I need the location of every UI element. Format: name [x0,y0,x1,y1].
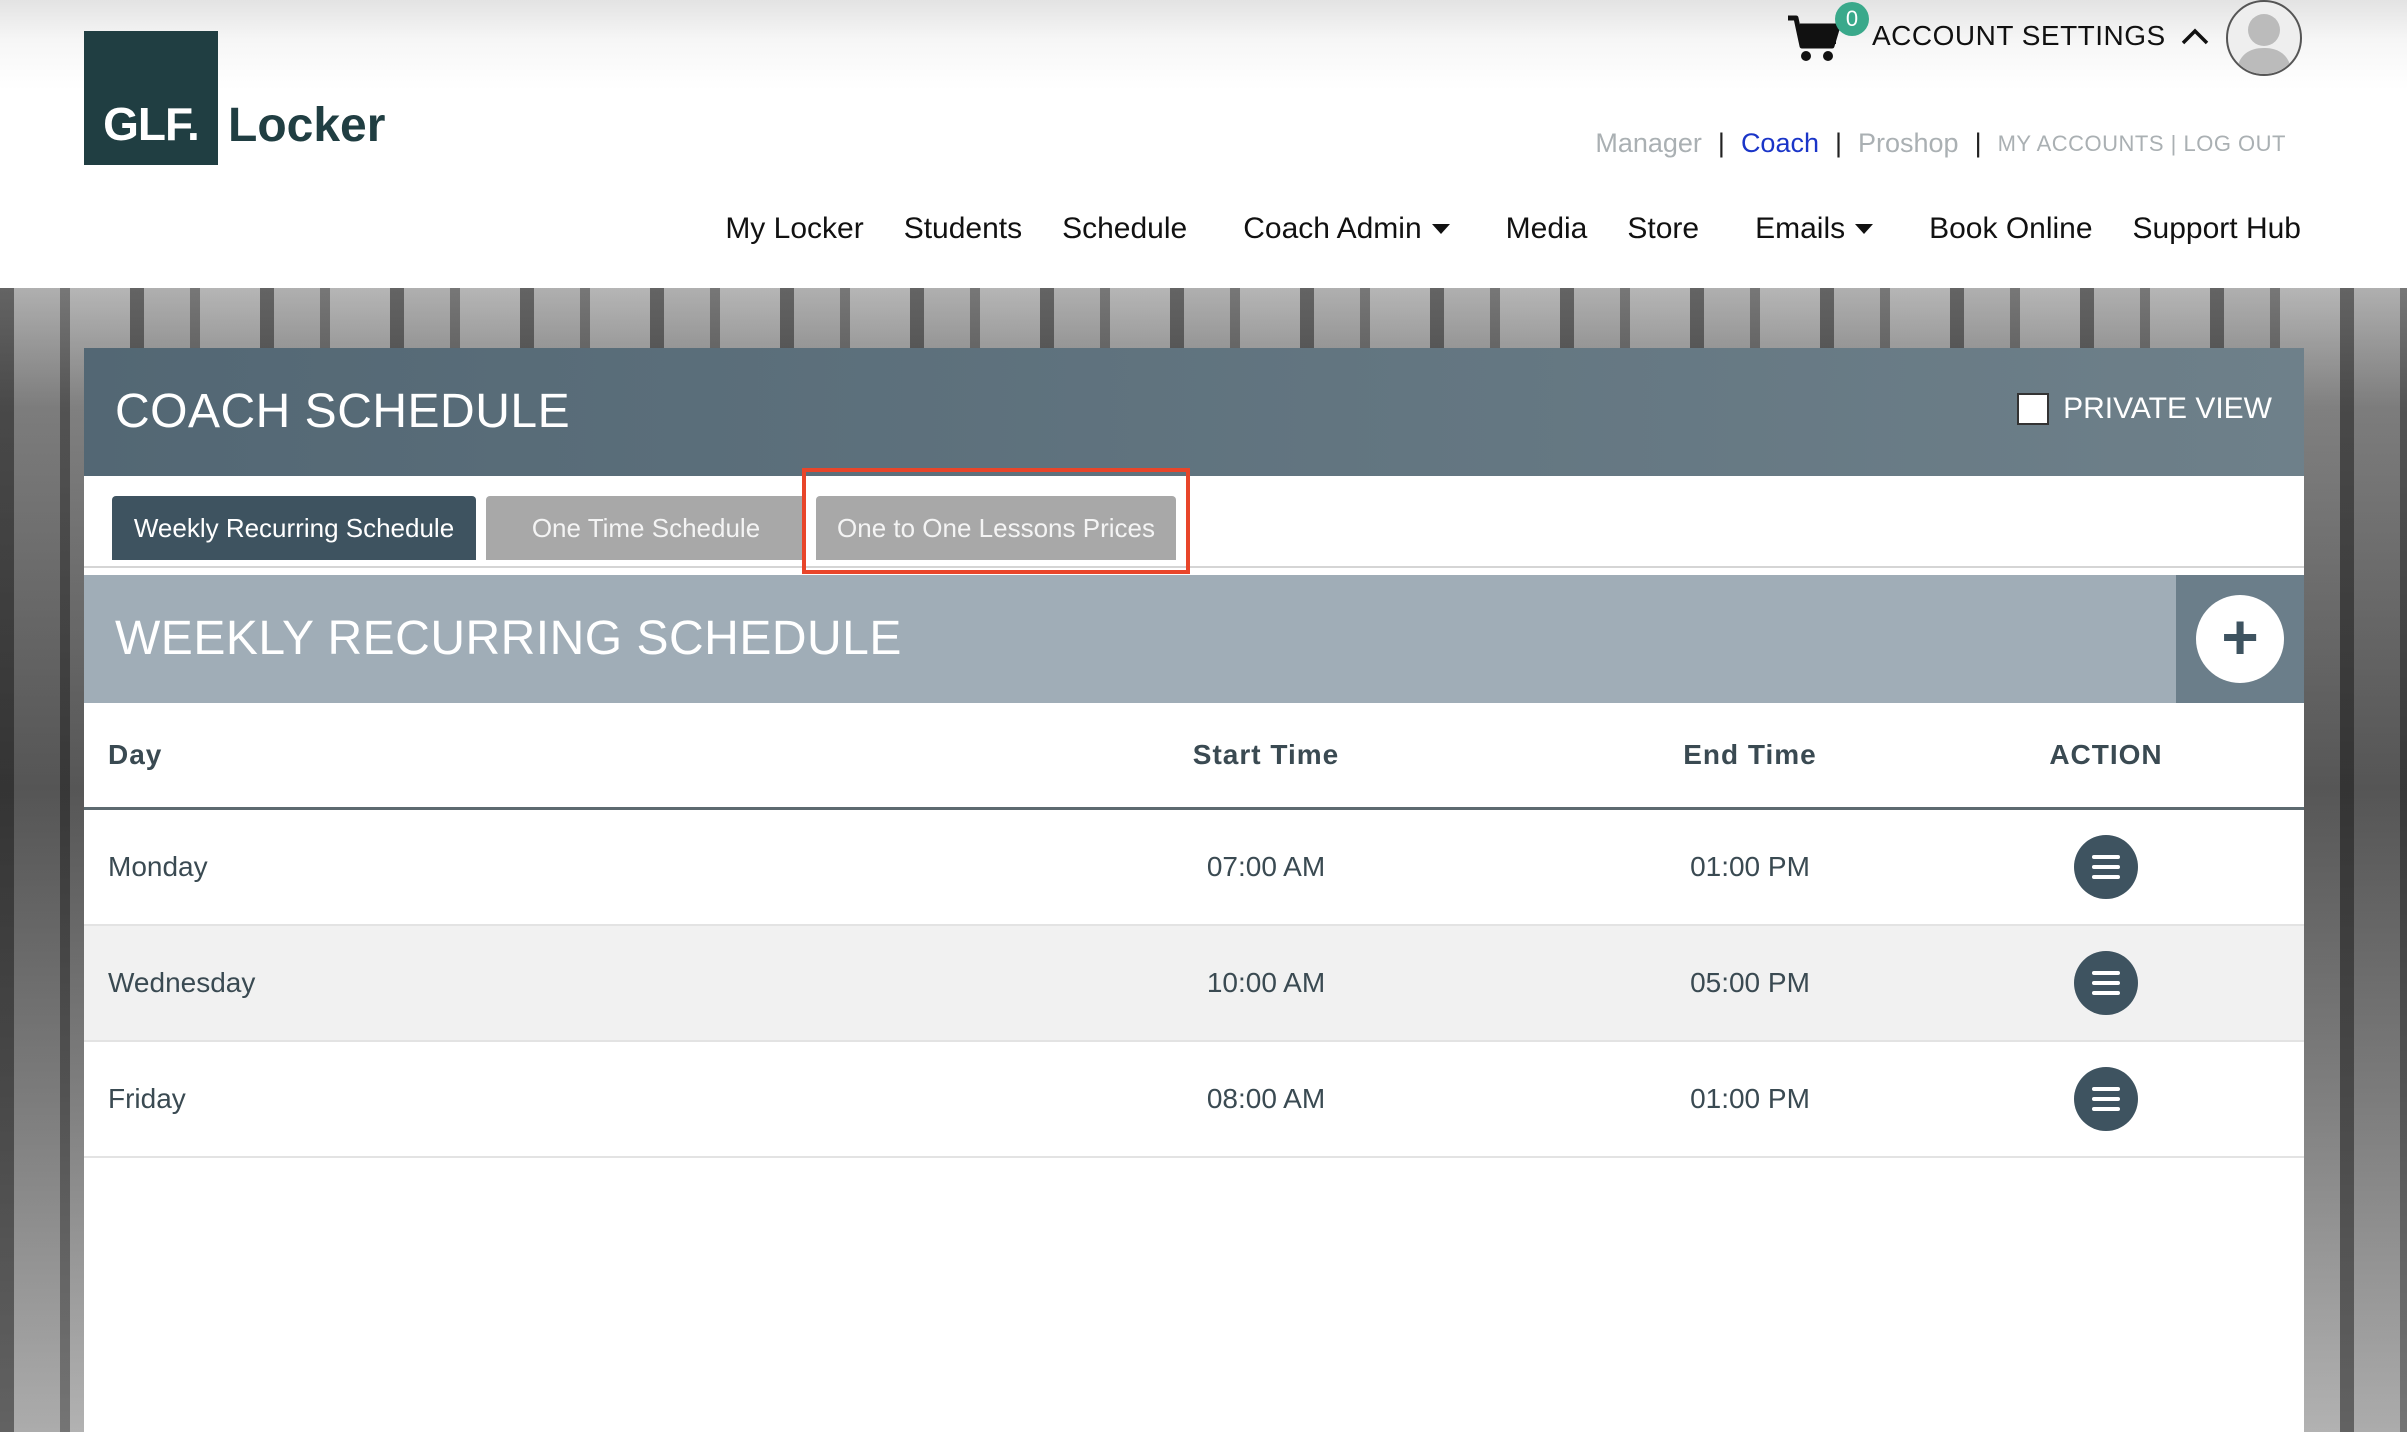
tab-weekly-recurring-schedule[interactable]: Weekly Recurring Schedule [112,496,476,560]
cell-end-time: 01:00 PM [1592,1041,1908,1158]
nav-my-locker[interactable]: My Locker [705,212,883,246]
cell-day: Friday [84,1041,1108,1158]
page-title: COACH SCHEDULE [115,385,571,438]
cell-start-time: 08:00 AM [1108,1041,1424,1158]
panel-header: COACH SCHEDULE PRIVATE VIEW [84,348,2304,476]
add-schedule-button[interactable]: + [2196,595,2284,683]
column-header-day: Day [84,703,1108,810]
column-spacer [1424,703,1592,810]
role-link-proshop[interactable]: Proshop [1858,128,1959,159]
nav-store[interactable]: Store [1607,212,1735,246]
cell-end-time: 05:00 PM [1592,925,1908,1042]
role-link-manager[interactable]: Manager [1595,128,1702,159]
cell-spacer [1424,925,1592,1042]
role-separator: | [1974,128,1982,158]
private-view-checkbox[interactable] [2017,393,2050,425]
row-menu-icon[interactable] [2074,1067,2138,1131]
nav-label: Store [1627,212,1700,245]
role-separator: | [1717,128,1725,158]
role-switcher: Manager | Coach | Proshop | MY ACCOUNTS … [1595,128,2286,159]
main-nav: My Locker Students Schedule Coach Admin … [705,212,2301,246]
add-schedule-area: + [2176,575,2304,703]
row-menu-icon[interactable] [2074,835,2138,899]
coach-schedule-panel: COACH SCHEDULE PRIVATE VIEW Weekly Recur… [84,348,2304,1432]
cell-spacer [1424,1041,1592,1158]
nav-coach-admin[interactable]: Coach Admin [1223,212,1485,246]
glf-locker-logo[interactable]: GLF. Locker [84,31,385,165]
cell-day: Monday [84,808,1108,926]
schedule-tabs: Weekly Recurring Schedule One Time Sched… [84,476,2304,568]
user-silhouette-icon [2236,14,2292,74]
table-header-row: Day Start Time End Time ACTION [84,703,2304,810]
row-menu-icon[interactable] [2074,951,2138,1015]
table-row: Wednesday 10:00 AM 05:00 PM [84,925,2304,1042]
chevron-up-icon [2181,28,2208,45]
cell-spacer [1424,808,1592,926]
table-row: Monday 07:00 AM 01:00 PM [84,808,2304,926]
account-settings-label: ACCOUNT SETTINGS [1872,20,2166,51]
my-accounts-logout-link[interactable]: MY ACCOUNTS | LOG OUT [1998,131,2286,157]
nav-label: Schedule [1062,212,1188,245]
logo-mark: GLF. [84,31,218,165]
cell-end-time: 01:00 PM [1592,808,1908,926]
nav-label: Media [1505,212,1588,245]
cell-start-time: 10:00 AM [1108,925,1424,1042]
shopping-cart-icon[interactable] [1786,14,1840,64]
column-header-end-time: End Time [1592,703,1908,810]
nav-book-online[interactable]: Book Online [1909,212,2112,246]
nav-label: My Locker [725,212,864,245]
nav-students[interactable]: Students [884,212,1042,246]
nav-emails[interactable]: Emails [1735,212,1909,246]
nav-label: Coach Admin [1243,212,1422,245]
table-row: Friday 08:00 AM 01:00 PM [84,1041,2304,1158]
private-view-toggle[interactable]: PRIVATE VIEW [2017,392,2272,426]
cell-day: Wednesday [84,925,1108,1042]
cell-action [1908,808,2304,926]
account-settings-menu[interactable]: ACCOUNT SETTINGS [1872,20,2210,52]
site-header: GLF. Locker 0 ACCOUNT SETTINGS Manager |… [0,0,2407,288]
role-separator: | [1834,128,1842,158]
nav-label: Emails [1755,212,1846,245]
nav-media[interactable]: Media [1486,212,1608,246]
private-view-label: PRIVATE VIEW [2063,392,2272,425]
nav-label: Students [903,212,1023,245]
cell-start-time: 07:00 AM [1108,808,1424,926]
column-header-start-time: Start Time [1108,703,1424,810]
nav-label: Book Online [1929,212,2093,245]
nav-label: Support Hub [2132,212,2301,245]
role-link-coach[interactable]: Coach [1741,128,1819,159]
avatar[interactable] [2226,0,2302,76]
section-title: WEEKLY RECURRING SCHEDULE [115,612,902,665]
caret-down-icon [1855,224,1874,234]
tab-one-time-schedule[interactable]: One Time Schedule [486,496,806,560]
section-header: WEEKLY RECURRING SCHEDULE + [84,575,2304,703]
logo-wordmark: Locker [228,99,386,152]
cart-count-badge: 0 [1835,2,1869,36]
tab-one-to-one-lessons-prices[interactable]: One to One Lessons Prices [816,496,1176,560]
schedule-table: Day Start Time End Time ACTION Monday 07… [84,703,2304,1158]
cell-action [1908,925,2304,1042]
nav-support-hub[interactable]: Support Hub [2113,212,2301,246]
caret-down-icon [1431,224,1450,234]
nav-schedule[interactable]: Schedule [1042,212,1223,246]
cell-action [1908,1041,2304,1158]
column-header-action: ACTION [1908,703,2304,810]
